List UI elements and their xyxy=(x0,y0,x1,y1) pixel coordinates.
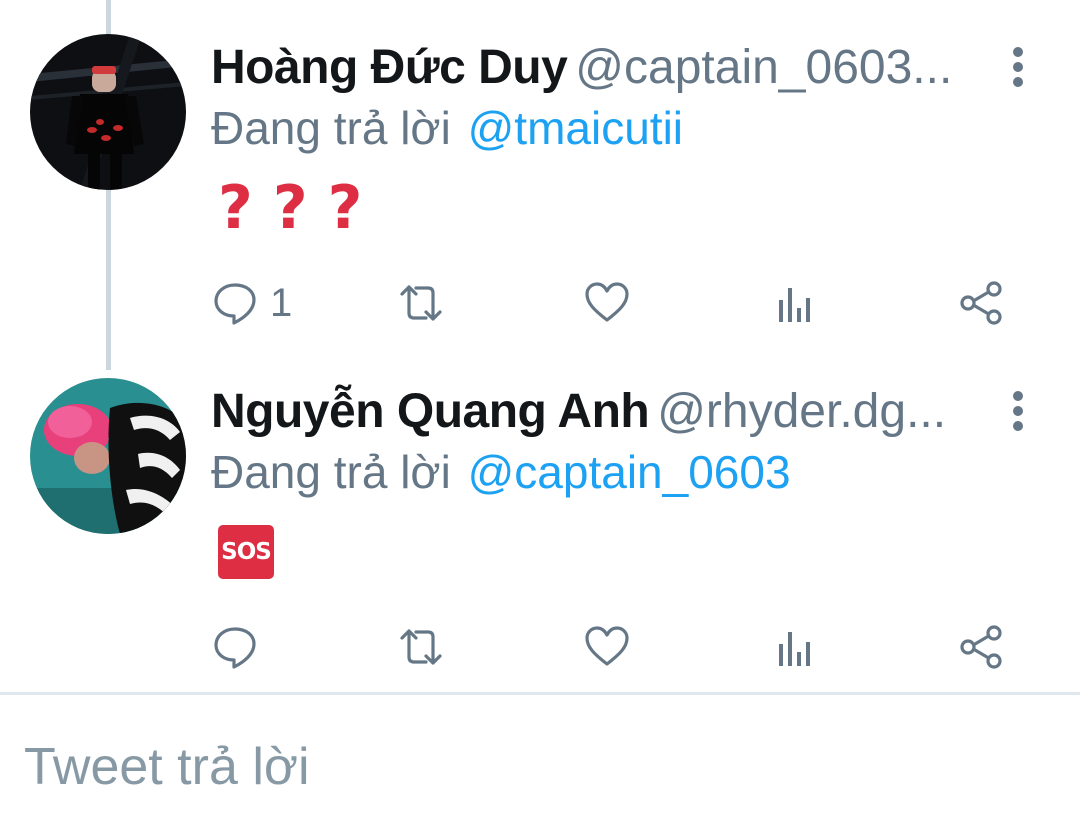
reply-input[interactable] xyxy=(24,727,924,807)
replying-to: Đang trả lời @captain_0603 xyxy=(211,444,791,500)
retweet-button[interactable] xyxy=(398,622,444,672)
mention-link[interactable]: @tmaicutii xyxy=(468,102,683,154)
tweet-header: Hoàng Đức Duy @captain_0603... xyxy=(211,40,990,96)
like-button[interactable] xyxy=(584,278,630,328)
tweet-content: SOS xyxy=(218,520,274,584)
question-mark-emoji: ? xyxy=(218,173,253,243)
heart-icon xyxy=(585,282,629,322)
replying-to-label: Đang trả lời xyxy=(211,446,451,498)
sos-emoji: SOS xyxy=(218,525,274,579)
stats-icon xyxy=(779,632,810,666)
stats-icon xyxy=(779,288,810,322)
reply-button[interactable]: 1 xyxy=(212,278,292,328)
question-mark-emoji: ? xyxy=(327,173,363,243)
reply-icon xyxy=(214,283,256,325)
mention-link[interactable]: @captain_0603 xyxy=(468,446,791,498)
user-handle[interactable]: @captain_0603... xyxy=(575,41,952,94)
tweet-actions: 1 xyxy=(0,278,1080,328)
avatar[interactable] xyxy=(30,34,186,190)
tweet-actions xyxy=(0,622,1080,672)
share-button[interactable] xyxy=(958,622,1004,672)
more-options-icon[interactable] xyxy=(1008,388,1028,434)
tweet-content: ? ? ? xyxy=(218,176,382,240)
tweet[interactable]: Hoàng Đức Duy @captain_0603... Đang trả l… xyxy=(0,0,1080,350)
reply-composer xyxy=(0,695,1080,824)
reply-button[interactable] xyxy=(212,622,270,672)
reply-count: 1 xyxy=(270,280,293,325)
user-handle[interactable]: @rhyder.dg... xyxy=(657,385,946,438)
avatar-image xyxy=(30,378,186,534)
more-options-icon[interactable] xyxy=(1008,44,1028,90)
stats-button[interactable] xyxy=(772,622,818,672)
stats-button[interactable] xyxy=(772,278,818,328)
tweet-header: Nguyễn Quang Anh @rhyder.dg... xyxy=(211,384,990,440)
user-name[interactable]: Hoàng Đức Duy xyxy=(211,41,568,94)
like-button[interactable] xyxy=(584,622,630,672)
share-icon xyxy=(960,281,1002,325)
heart-icon xyxy=(585,626,629,666)
user-name[interactable]: Nguyễn Quang Anh xyxy=(211,385,650,438)
share-icon xyxy=(960,625,1002,669)
tweet[interactable]: Nguyễn Quang Anh @rhyder.dg... Đang trả l… xyxy=(0,350,1080,695)
reply-icon xyxy=(214,627,256,669)
question-mark-emoji: ? xyxy=(272,173,308,243)
avatar[interactable] xyxy=(30,378,186,534)
retweet-icon xyxy=(400,629,442,665)
share-button[interactable] xyxy=(958,278,1004,328)
replying-to: Đang trả lời @tmaicutii xyxy=(211,100,683,156)
avatar-image xyxy=(30,34,186,190)
replying-to-label: Đang trả lời xyxy=(211,102,451,154)
retweet-button[interactable] xyxy=(398,278,444,328)
retweet-icon xyxy=(400,285,442,321)
